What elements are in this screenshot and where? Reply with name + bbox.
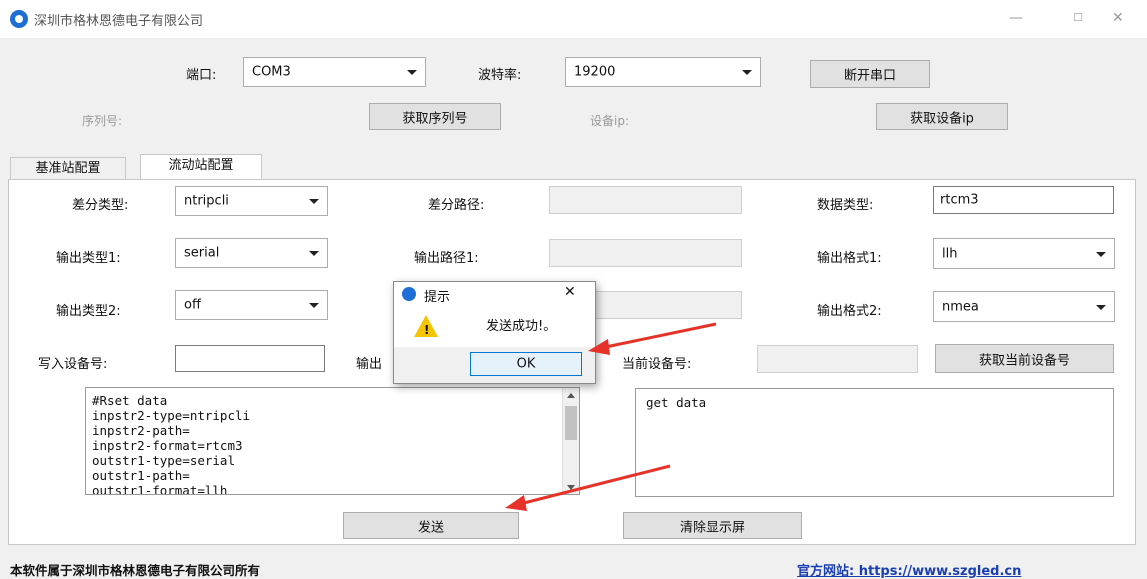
annotation-arrow-1-shaft	[595, 322, 717, 351]
annotation-arrow-2-head	[505, 495, 527, 511]
annotation-arrows	[505, 322, 717, 511]
annotation-arrow-1-head	[588, 339, 610, 355]
annotation-arrow-2-shaft	[511, 464, 671, 508]
